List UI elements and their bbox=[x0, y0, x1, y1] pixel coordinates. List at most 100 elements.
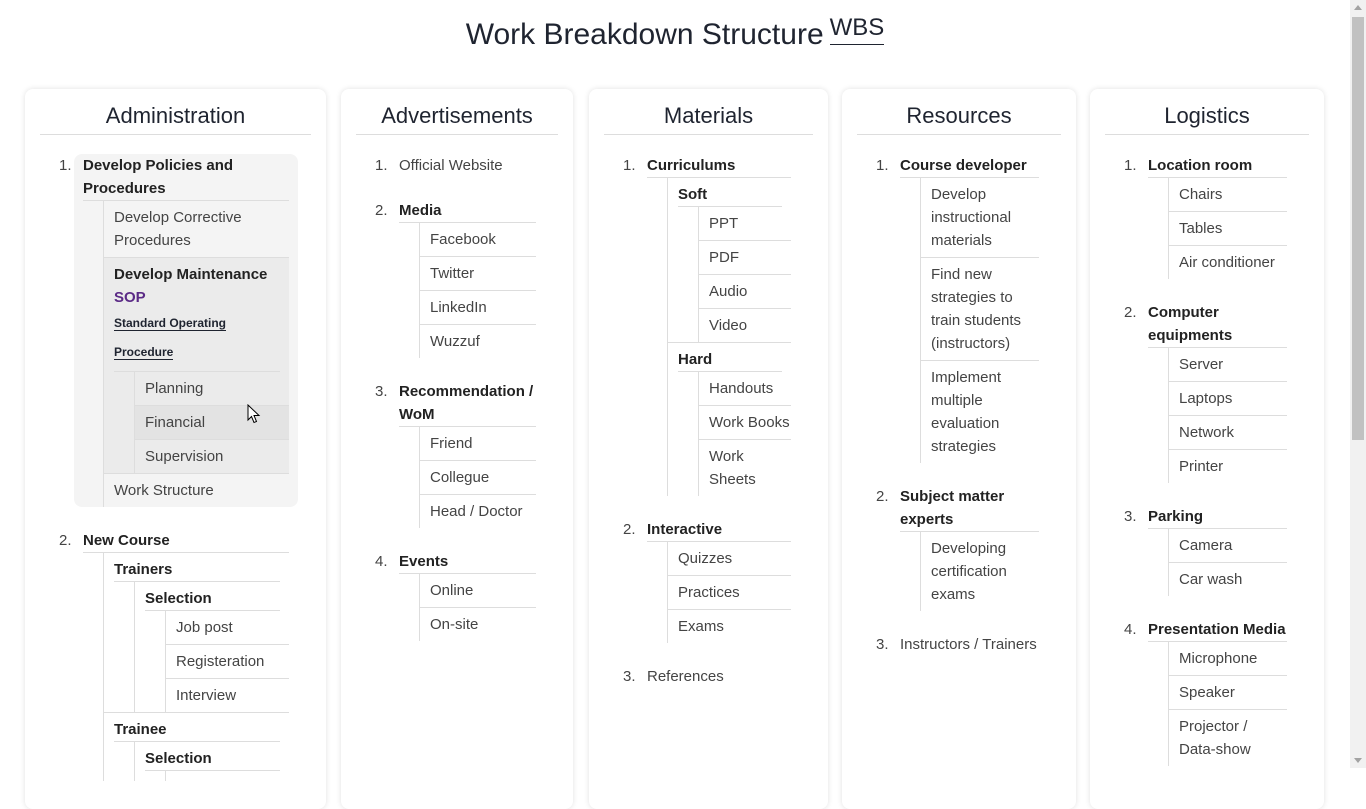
item-label[interactable]: Interview bbox=[176, 679, 289, 712]
wbs-subitem[interactable]: Camera bbox=[1169, 529, 1287, 563]
item-label[interactable]: Course developer bbox=[900, 154, 1039, 178]
wbs-item[interactable]: 1. Develop Policies and Procedures Develop… bbox=[59, 154, 298, 507]
item-label[interactable]: Develop Corrective Procedures bbox=[114, 201, 289, 257]
scroll-down-arrow-icon[interactable] bbox=[1354, 758, 1362, 763]
wbs-item[interactable]: 3. Instructors / Trainers bbox=[876, 633, 1039, 656]
wbs-subitem[interactable]: Soft PPT PDF Audio Video bbox=[668, 178, 791, 343]
wbs-subitem[interactable]: Exams bbox=[668, 610, 791, 643]
wbs-subitem[interactable]: Network bbox=[1169, 416, 1287, 450]
wbs-subitem[interactable]: Work Sheets bbox=[699, 440, 791, 496]
item-label[interactable]: Speaker bbox=[1179, 676, 1287, 709]
wbs-item[interactable]: 2. Computer equipments Server Laptops Networ… bbox=[1124, 301, 1287, 483]
item-label[interactable]: Interactive bbox=[647, 518, 791, 542]
item-label[interactable]: Trainee bbox=[114, 713, 280, 742]
wbs-subitem[interactable]: PDF bbox=[699, 241, 791, 275]
wbs-subitem[interactable]: Projector / Data-show bbox=[1169, 710, 1287, 766]
wbs-subitem[interactable]: Video bbox=[699, 309, 791, 342]
wbs-item[interactable]: 4. Events Online On-site bbox=[375, 550, 536, 641]
item-label[interactable]: Trainers bbox=[114, 553, 280, 582]
wbs-item[interactable]: 1. Curriculums Soft PPT PDF Audio Video Hard Han… bbox=[623, 154, 791, 496]
wbs-subitem[interactable]: Hard Handouts Work Books Work Sheets bbox=[668, 343, 791, 496]
item-label[interactable]: Registeration bbox=[176, 645, 289, 678]
wbs-subitem[interactable]: Quizzes bbox=[668, 542, 791, 576]
item-label[interactable]: PDF bbox=[709, 241, 791, 274]
wbs-subitem[interactable]: Server bbox=[1169, 348, 1287, 382]
wbs-subitem[interactable]: Air conditioner bbox=[1169, 246, 1287, 279]
item-label[interactable]: Network bbox=[1179, 416, 1287, 449]
wbs-subitem[interactable]: Work Structure bbox=[104, 474, 289, 507]
item-label[interactable]: Printer bbox=[1179, 450, 1287, 483]
item-label[interactable]: Develop Policies and Procedures bbox=[83, 154, 289, 201]
wbs-item[interactable]: 1. Location room Chairs Tables Air condition… bbox=[1124, 154, 1287, 279]
item-label[interactable]: Presentation Media bbox=[1148, 618, 1287, 642]
item-label[interactable] bbox=[176, 771, 289, 781]
wbs-subitem[interactable]: Trainers Selection Job post Registeration In… bbox=[104, 553, 289, 713]
wbs-item[interactable]: 2. Subject matter experts Developing certi… bbox=[876, 485, 1039, 611]
wbs-subitem[interactable]: Chairs bbox=[1169, 178, 1287, 212]
item-label[interactable]: Twitter bbox=[430, 257, 536, 290]
item-label[interactable]: Microphone bbox=[1179, 642, 1287, 675]
wbs-subitem[interactable]: Wuzzuf bbox=[420, 325, 536, 358]
wbs-subitem[interactable]: Developing certification exams bbox=[921, 532, 1039, 611]
item-label[interactable]: Location room bbox=[1148, 154, 1287, 178]
wbs-subitem[interactable]: Tables bbox=[1169, 212, 1287, 246]
item-label[interactable]: Instructors / Trainers bbox=[900, 633, 1039, 656]
item-label[interactable]: Car wash bbox=[1179, 563, 1287, 596]
scroll-up-arrow-icon[interactable] bbox=[1354, 5, 1362, 10]
item-label[interactable]: Subject matter experts bbox=[900, 485, 1039, 532]
wbs-item[interactable]: 1. Official Website bbox=[375, 154, 536, 177]
wbs-subitem[interactable]: Job post bbox=[166, 611, 289, 645]
item-label[interactable]: Develop instructional materials bbox=[931, 178, 1039, 257]
item-label[interactable]: Quizzes bbox=[678, 542, 791, 575]
wbs-subitem[interactable]: Planning bbox=[135, 372, 289, 406]
item-label[interactable]: Hard bbox=[678, 343, 782, 372]
item-label[interactable]: Camera bbox=[1179, 529, 1287, 562]
wbs-subitem[interactable]: Interview bbox=[166, 679, 289, 712]
item-label[interactable]: LinkedIn bbox=[430, 291, 536, 324]
wbs-subitem[interactable]: Speaker bbox=[1169, 676, 1287, 710]
item-label[interactable]: Implement multiple evaluation strategies bbox=[931, 361, 1039, 463]
wbs-subitem[interactable]: Online bbox=[420, 574, 536, 608]
item-label[interactable]: Official Website bbox=[399, 154, 536, 177]
wbs-subitem[interactable]: Develop instructional materials bbox=[921, 178, 1039, 258]
item-label[interactable]: Job post bbox=[176, 611, 289, 644]
wbs-item[interactable]: 2. New Course Trainers Selection Job post Reg… bbox=[59, 529, 289, 781]
item-label[interactable]: Work Books bbox=[709, 406, 791, 439]
wbs-subitem[interactable]: Supervision bbox=[135, 440, 289, 473]
wbs-subitem[interactable]: Implement multiple evaluation strategies bbox=[921, 361, 1039, 463]
wbs-subitem[interactable]: Trainee Selection bbox=[104, 713, 289, 781]
item-label[interactable]: Handouts bbox=[709, 372, 791, 405]
item-label[interactable]: Work Sheets bbox=[709, 440, 791, 496]
wbs-subitem[interactable]: Selection Job post Registeration Interview bbox=[135, 582, 289, 712]
wbs-abbreviation[interactable]: WBS bbox=[829, 12, 885, 45]
item-label[interactable]: Soft bbox=[678, 178, 782, 207]
item-label[interactable]: Chairs bbox=[1179, 178, 1287, 211]
item-label[interactable]: Selection bbox=[145, 742, 280, 771]
wbs-subitem[interactable]: Handouts bbox=[699, 372, 791, 406]
item-label[interactable]: Recommendation / WoM bbox=[399, 380, 536, 427]
wbs-subitem[interactable]: Registeration bbox=[166, 645, 289, 679]
wbs-subitem[interactable]: Practices bbox=[668, 576, 791, 610]
wbs-subitem[interactable]: Friend bbox=[420, 427, 536, 461]
wbs-subitem[interactable]: Develop Maintenance SOP Standard Operating… bbox=[104, 258, 289, 474]
wbs-subitem[interactable]: Develop Corrective Procedures bbox=[104, 201, 289, 258]
item-label[interactable]: Collegue bbox=[430, 461, 536, 494]
item-label[interactable]: References bbox=[647, 665, 791, 688]
wbs-subitem[interactable]: PPT bbox=[699, 207, 791, 241]
item-label[interactable]: Supervision bbox=[145, 440, 289, 473]
item-label[interactable]: Exams bbox=[678, 610, 791, 643]
item-label[interactable]: Developing certification exams bbox=[931, 532, 1039, 611]
wbs-subitem[interactable]: Collegue bbox=[420, 461, 536, 495]
wbs-subitem[interactable]: LinkedIn bbox=[420, 291, 536, 325]
wbs-subitem[interactable]: Car wash bbox=[1169, 563, 1287, 596]
wbs-item[interactable]: 3. References bbox=[623, 665, 791, 688]
wbs-subitem[interactable]: Twitter bbox=[420, 257, 536, 291]
item-label[interactable]: Friend bbox=[430, 427, 536, 460]
item-label[interactable]: Projector / Data-show bbox=[1179, 710, 1287, 766]
item-label[interactable]: Selection bbox=[145, 582, 280, 611]
item-label[interactable]: PPT bbox=[709, 207, 791, 240]
wbs-subitem[interactable]: Printer bbox=[1169, 450, 1287, 483]
item-label[interactable]: Air conditioner bbox=[1179, 246, 1287, 279]
wbs-subitem[interactable]: Facebook bbox=[420, 223, 536, 257]
scrollbar-thumb[interactable] bbox=[1352, 17, 1364, 440]
